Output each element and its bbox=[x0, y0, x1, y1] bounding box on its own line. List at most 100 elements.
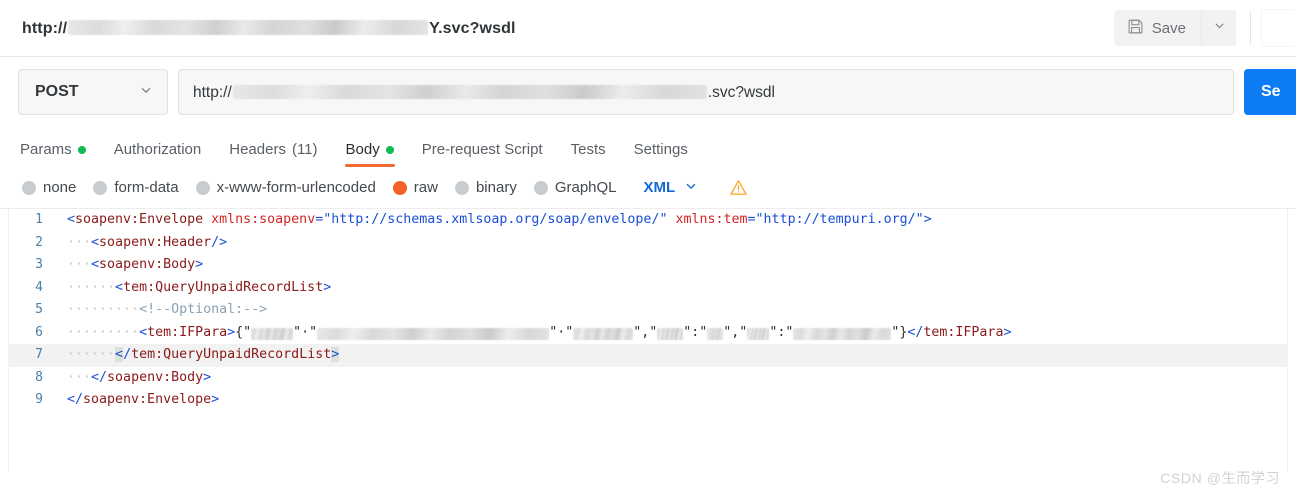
tab-settings[interactable]: Settings bbox=[634, 141, 688, 167]
body-type-label: form-data bbox=[114, 179, 179, 196]
tab-label: Authorization bbox=[113, 141, 202, 158]
save-button-label: Save bbox=[1151, 19, 1186, 37]
tab-authorization[interactable]: Authorization bbox=[114, 141, 202, 167]
code-line: 2 ···<soapenv:Header/> bbox=[9, 232, 1287, 255]
body-type-x-www-form-urlencoded[interactable]: x-www-form-urlencoded bbox=[195, 179, 376, 196]
send-button-label: Se bbox=[1261, 83, 1281, 100]
code-line: 4 ······<tem:QueryUnpaidRecordList> bbox=[9, 277, 1287, 300]
body-type-label: binary bbox=[475, 179, 517, 196]
radio-icon bbox=[195, 180, 210, 195]
request-tabs: Params Authorization Headers (11) Body P… bbox=[0, 127, 1296, 167]
body-type-raw[interactable]: raw bbox=[392, 179, 438, 196]
body-type-label: GraphQL bbox=[554, 179, 617, 196]
line-number: 2 bbox=[35, 234, 43, 250]
radio-icon bbox=[93, 180, 108, 195]
warning-triangle-icon[interactable] bbox=[729, 178, 748, 197]
code-line: 6 ·········<tem:IFPara>{" "·" "·" "," ":" ","… bbox=[9, 322, 1287, 345]
code-text: </soapenv:Envelope> bbox=[67, 392, 220, 407]
line-number: 5 bbox=[35, 302, 43, 317]
titlebar: http:// Y.svc?wsdl Save bbox=[0, 0, 1296, 57]
redacted-payload-block bbox=[317, 327, 550, 340]
chevron-down-icon bbox=[684, 179, 698, 197]
body-type-none[interactable]: none bbox=[22, 179, 76, 196]
redacted-payload-block bbox=[251, 327, 294, 340]
send-button[interactable]: Se bbox=[1244, 69, 1296, 115]
request-tab-title[interactable]: http:// Y.svc?wsdl bbox=[22, 18, 516, 38]
request-url-input[interactable]: http:// .svc?wsdl bbox=[178, 69, 1234, 115]
code-line-active: 7 ······</tem:QueryUnpaidRecordList> bbox=[9, 344, 1287, 367]
code-text: ······</tem:QueryUnpaidRecordList> bbox=[67, 347, 340, 362]
code-text: ···</soapenv:Body> bbox=[67, 369, 212, 385]
line-number: 9 bbox=[35, 392, 43, 407]
line-number: 8 bbox=[35, 369, 43, 385]
floppy-disk-icon bbox=[1127, 18, 1144, 39]
line-number: 7 bbox=[35, 347, 43, 362]
tab-params[interactable]: Params bbox=[20, 141, 86, 167]
radio-icon-selected bbox=[392, 180, 407, 195]
code-line: 1 <soapenv:Envelope xmlns:soapenv="http:… bbox=[9, 209, 1287, 232]
code-text: ·········<!--Optional:--> bbox=[67, 302, 268, 317]
save-button-group: Save bbox=[1113, 10, 1236, 46]
request-body-editor[interactable]: 1 <soapenv:Envelope xmlns:soapenv="http:… bbox=[8, 209, 1288, 471]
code-text: ······<tem:QueryUnpaidRecordList> bbox=[67, 279, 332, 295]
line-number: 4 bbox=[35, 279, 43, 295]
request-url-prefix: http:// bbox=[193, 83, 232, 101]
request-url-text: http:// .svc?wsdl bbox=[193, 83, 775, 102]
tab-headers[interactable]: Headers (11) bbox=[229, 141, 317, 167]
http-method-select[interactable]: POST bbox=[18, 69, 168, 115]
redacted-payload-block bbox=[573, 327, 634, 340]
body-type-label: raw bbox=[413, 179, 438, 196]
tab-label: Settings bbox=[633, 141, 688, 158]
radio-icon bbox=[22, 180, 36, 195]
tab-pre-request-script[interactable]: Pre-request Script bbox=[422, 141, 543, 167]
modified-dot-icon bbox=[385, 145, 394, 154]
chevron-down-icon bbox=[1213, 19, 1226, 37]
titlebar-divider bbox=[1250, 11, 1251, 45]
http-method-label: POST bbox=[35, 83, 79, 100]
tab-label: Params bbox=[20, 141, 72, 158]
line-number: 1 bbox=[35, 212, 43, 227]
code-line: 5 ·········<!--Optional:--> bbox=[9, 299, 1287, 322]
titlebar-actions: Save bbox=[1113, 0, 1296, 56]
redacted-url-block bbox=[232, 84, 707, 99]
code-text: ·········<tem:IFPara>{" "·" "·" "," ":" "," ":… bbox=[67, 324, 1012, 340]
code-line: 3 ···<soapenv:Body> bbox=[9, 254, 1287, 277]
body-format-label: XML bbox=[643, 179, 676, 196]
request-url-suffix: .svc?wsdl bbox=[707, 83, 775, 101]
radio-icon bbox=[533, 180, 548, 195]
body-type-binary[interactable]: binary bbox=[454, 179, 517, 196]
code-text: ···<soapenv:Body> bbox=[67, 257, 204, 272]
save-button[interactable]: Save bbox=[1113, 10, 1201, 46]
request-bar: POST http:// .svc?wsdl Se bbox=[0, 57, 1296, 127]
body-type-label: none bbox=[43, 179, 77, 196]
radio-icon bbox=[454, 180, 469, 195]
body-type-options: none form-data x-www-form-urlencoded raw… bbox=[0, 167, 1296, 209]
tab-tests[interactable]: Tests bbox=[571, 141, 606, 167]
modified-dot-icon bbox=[77, 145, 86, 154]
line-number: 6 bbox=[35, 324, 43, 340]
body-type-label: x-www-form-urlencoded bbox=[216, 179, 376, 196]
redacted-payload-block bbox=[657, 327, 684, 340]
tab-label: Body bbox=[345, 141, 380, 158]
body-type-graphql[interactable]: GraphQL bbox=[533, 179, 617, 196]
tab-label: Tests bbox=[570, 141, 606, 158]
body-type-form-data[interactable]: form-data bbox=[93, 179, 179, 196]
code-line: 9 </soapenv:Envelope> bbox=[9, 389, 1287, 412]
redacted-payload-block bbox=[793, 327, 892, 340]
watermark: CSDN @生而学习 bbox=[1160, 470, 1280, 486]
request-tab-url-prefix: http:// bbox=[22, 20, 68, 37]
chevron-down-icon bbox=[139, 83, 153, 102]
redacted-url-block bbox=[68, 20, 429, 35]
tab-count: (11) bbox=[291, 141, 318, 158]
line-number: 3 bbox=[35, 257, 43, 272]
tab-label: Pre-request Script bbox=[421, 141, 543, 158]
titlebar-overflow-button[interactable] bbox=[1261, 9, 1296, 47]
body-format-select[interactable]: XML bbox=[644, 179, 699, 197]
code-text: ···<soapenv:Header/> bbox=[67, 234, 228, 250]
redacted-payload-block bbox=[707, 327, 724, 340]
request-tab-url-suffix: Y.svc?wsdl bbox=[429, 20, 516, 37]
tab-body[interactable]: Body bbox=[344, 141, 395, 167]
code-line: 8 ···</soapenv:Body> bbox=[9, 367, 1287, 390]
save-dropdown-button[interactable] bbox=[1201, 10, 1236, 46]
redacted-payload-block bbox=[747, 327, 770, 340]
